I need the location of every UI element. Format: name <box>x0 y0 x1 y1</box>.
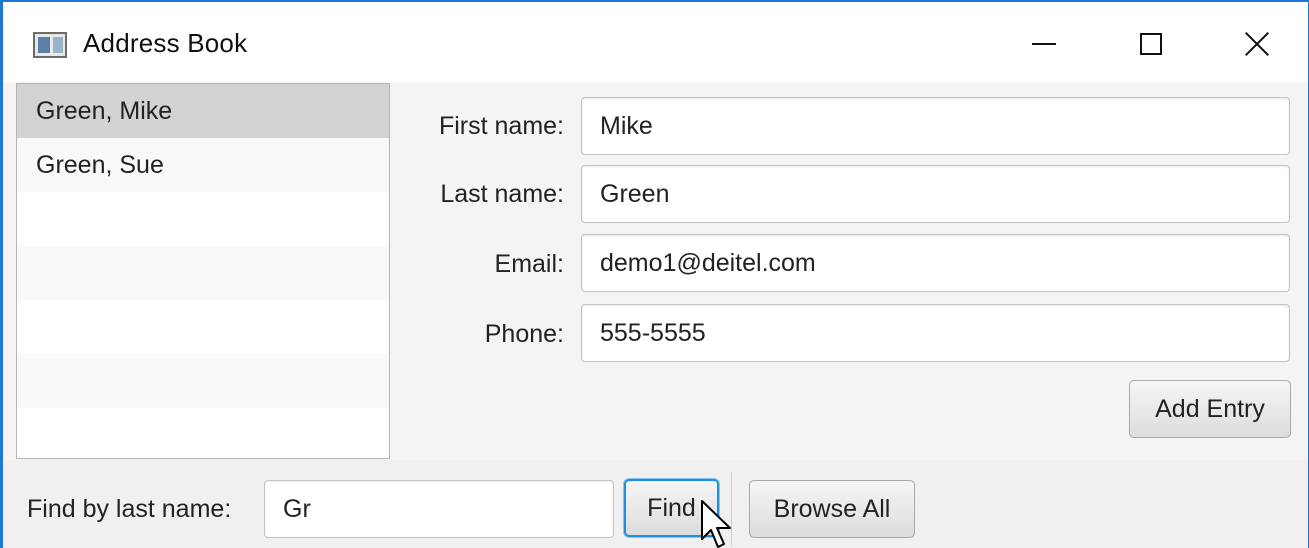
phone-field[interactable] <box>581 304 1290 362</box>
find-by-last-name-label: Find by last name: <box>27 495 232 523</box>
browse-all-button[interactable]: Browse All <box>749 480 915 538</box>
minimize-icon <box>1032 43 1056 45</box>
title-bar[interactable]: Address Book <box>3 2 1308 82</box>
maximize-icon <box>1140 33 1162 55</box>
first-name-field[interactable] <box>581 97 1290 155</box>
address-book-window: Address Book Green, Mike Green, Sue Firs… <box>0 0 1309 548</box>
add-entry-button[interactable]: Add Entry <box>1129 380 1291 438</box>
empty-list-row <box>17 408 389 458</box>
last-name-search-input[interactable] <box>264 480 614 538</box>
first-name-label: First name: <box>438 112 564 140</box>
email-field[interactable] <box>581 234 1290 292</box>
last-name-label: Last name: <box>440 180 564 208</box>
list-item[interactable]: Green, Mike <box>17 84 389 138</box>
minimize-button[interactable] <box>1009 14 1079 74</box>
last-name-field[interactable] <box>581 165 1290 223</box>
contact-list[interactable]: Green, Mike Green, Sue <box>16 83 390 459</box>
empty-list-row <box>17 300 389 354</box>
phone-label: Phone: <box>484 320 564 348</box>
empty-list-row <box>17 354 389 408</box>
maximize-button[interactable] <box>1116 14 1186 74</box>
toolbar-separator <box>731 472 732 546</box>
empty-list-row <box>17 246 389 300</box>
find-button[interactable]: Find <box>624 479 719 537</box>
email-label: Email: <box>494 250 564 278</box>
app-window-icon <box>33 32 67 58</box>
list-item[interactable]: Green, Sue <box>17 138 389 192</box>
window-title: Address Book <box>83 28 248 58</box>
close-button[interactable] <box>1222 14 1292 74</box>
empty-list-row <box>17 192 389 246</box>
close-icon <box>1244 31 1270 57</box>
